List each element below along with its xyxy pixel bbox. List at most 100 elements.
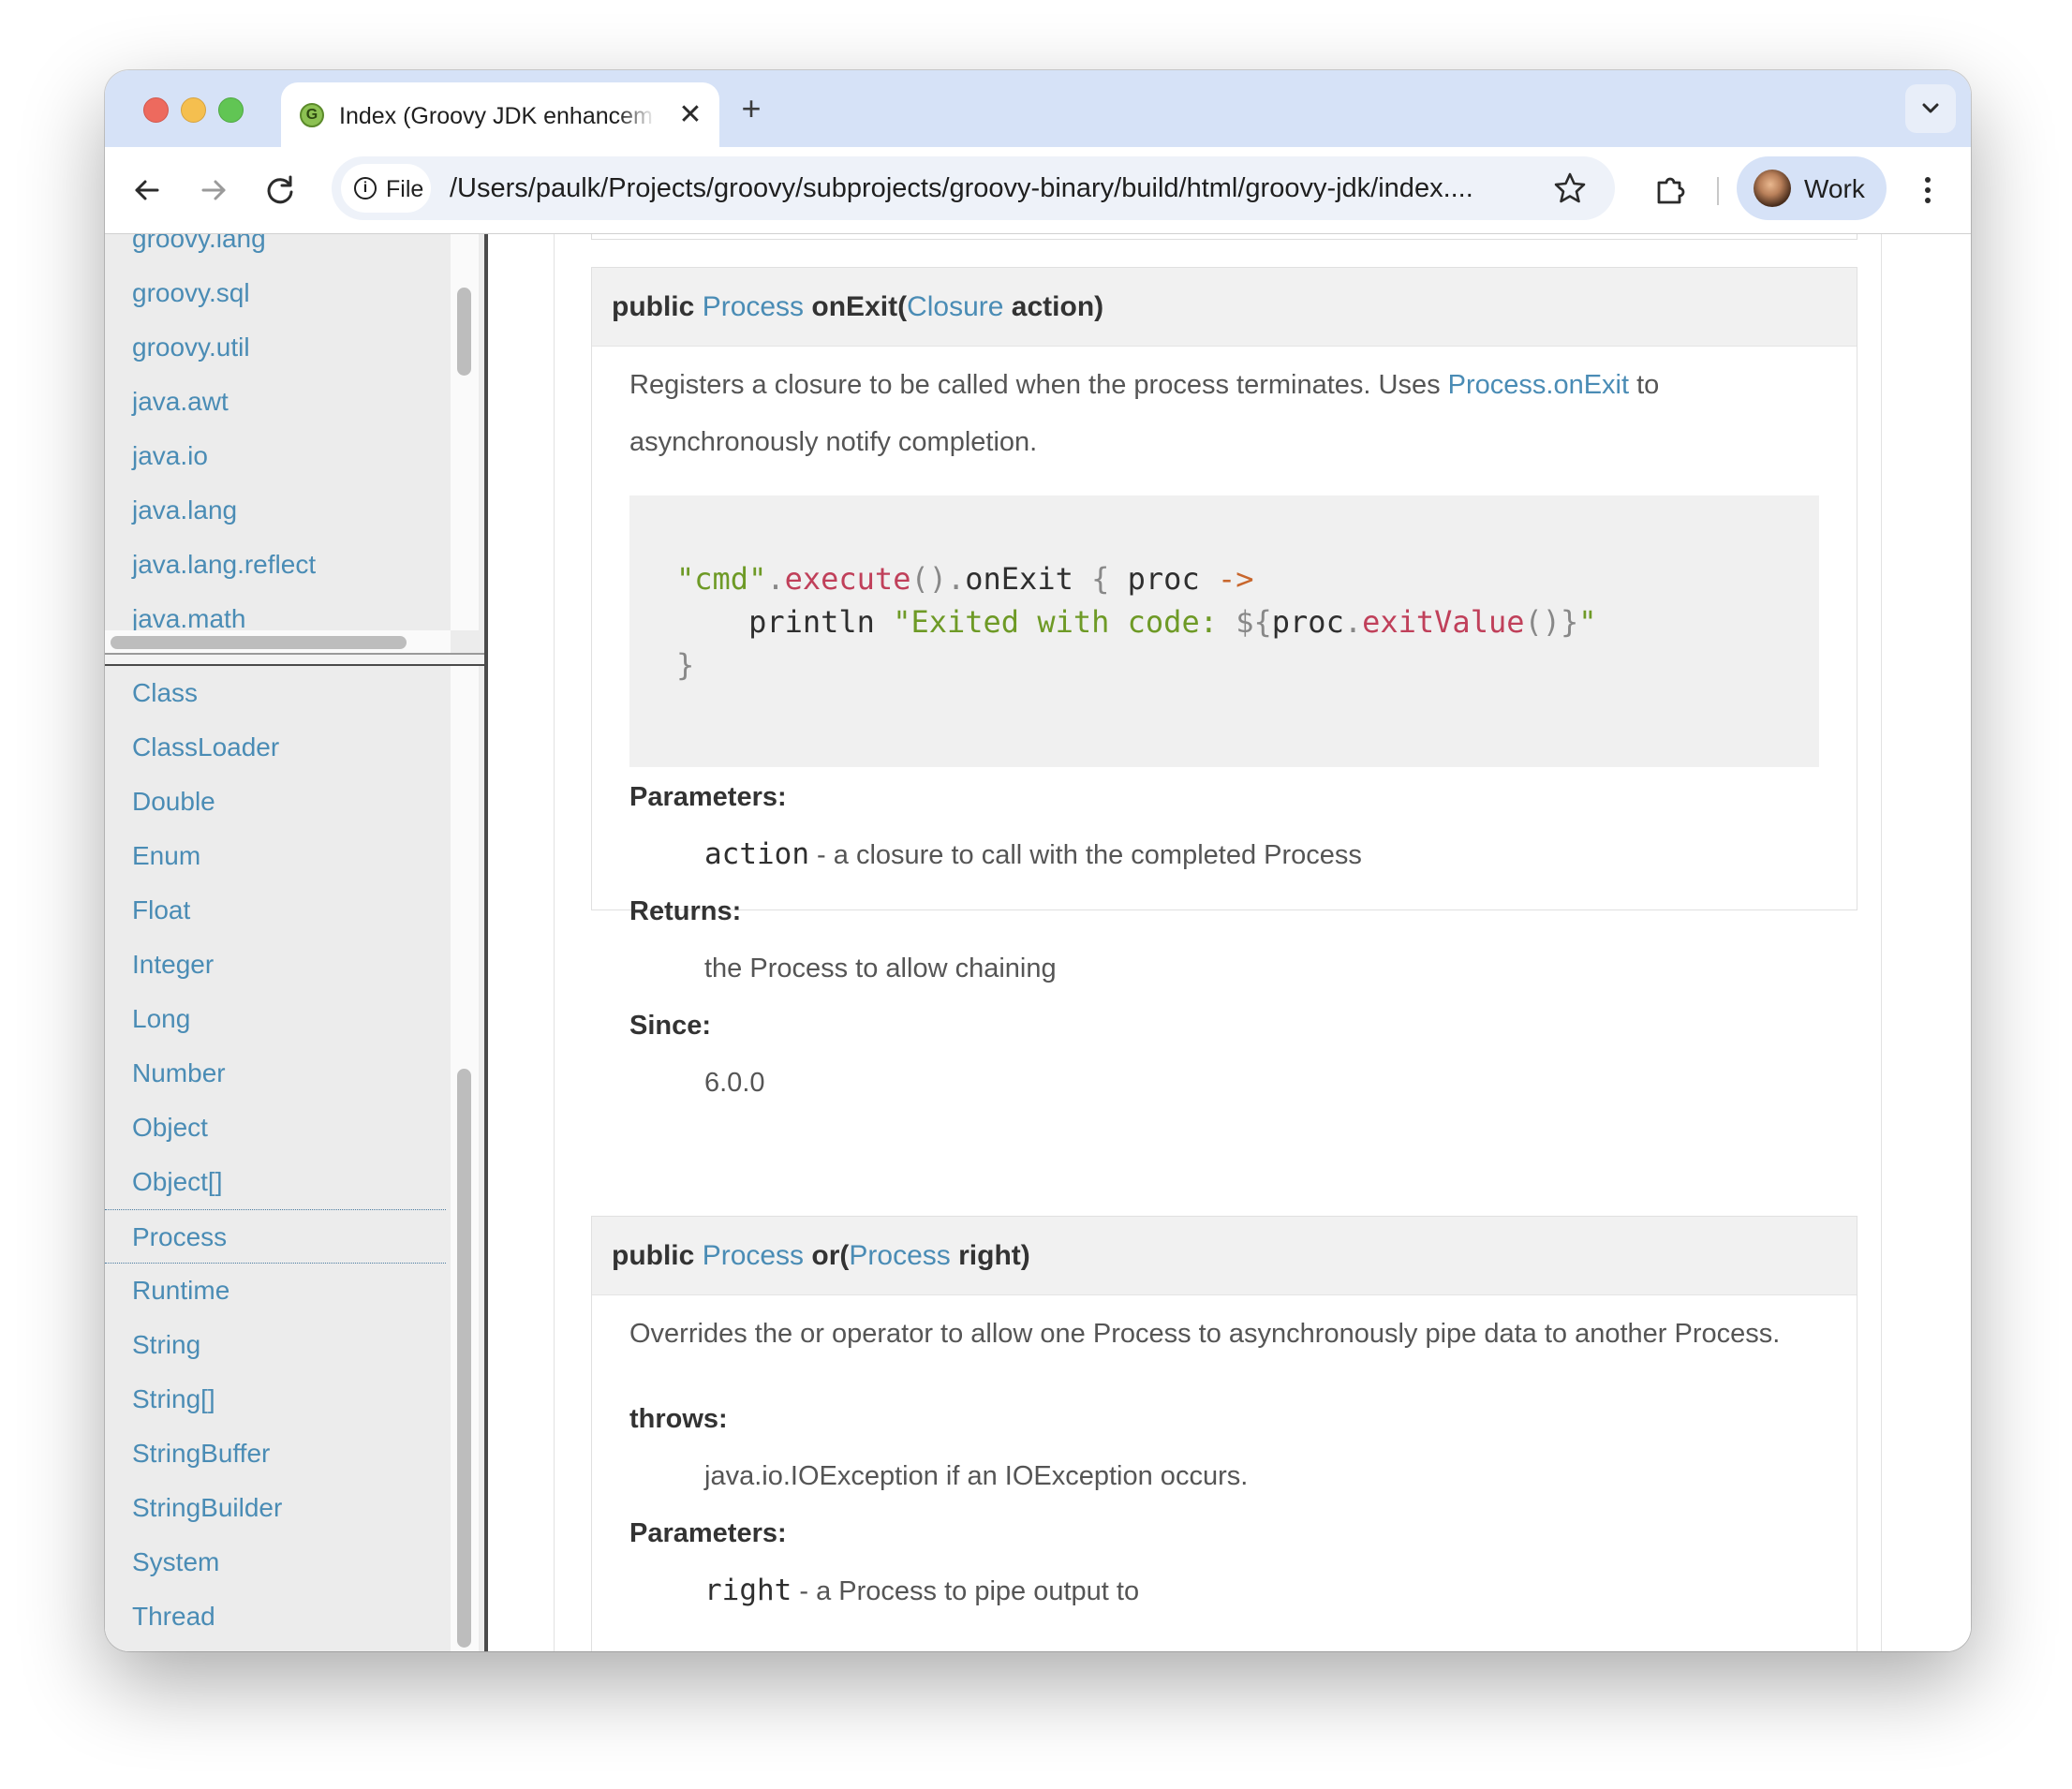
code-line-2: println "Exited with code: ${proc.exitVa…	[748, 604, 1597, 640]
package-link[interactable]: groovy.sql	[132, 266, 316, 320]
parameter-action: action - a closure to call with the comp…	[704, 837, 1362, 871]
code-line-1: "cmd".execute().onExit { proc ->	[676, 561, 1254, 597]
code-line-3: }	[676, 647, 695, 683]
toolbar-separator	[1717, 177, 1719, 205]
class-link[interactable]: StringBuffer	[105, 1427, 446, 1481]
parameters-label: Parameters:	[629, 782, 787, 812]
param-type-link[interactable]: Process	[849, 1240, 950, 1271]
package-pane-horizontal-scrollbar[interactable]	[105, 630, 451, 653]
since-value: 6.0.0	[704, 1068, 765, 1098]
reload-icon	[267, 175, 293, 204]
process-onexit-link[interactable]: Process.onExit	[1448, 370, 1629, 400]
method-description: Registers a closure to be called when th…	[629, 370, 1660, 457]
package-link[interactable]: groovy.util	[132, 320, 316, 375]
more-vert-icon	[1925, 177, 1931, 203]
close-window-button[interactable]	[143, 97, 169, 123]
code-example: "cmd".execute().onExit { proc -> println…	[629, 495, 1819, 767]
class-link[interactable]: Process	[105, 1209, 446, 1264]
zoom-window-button[interactable]	[218, 97, 244, 123]
class-pane-scroll-thumb[interactable]	[457, 1069, 471, 1648]
back-button[interactable]	[126, 169, 169, 212]
throws-label: throws:	[629, 1404, 728, 1434]
page-content: groovy.lang groovy.sql groovy.util java.awt…	[105, 234, 1971, 1651]
tab-bar: G Index (Groovy JDK enhancements) ✕ +	[105, 70, 1971, 147]
class-link[interactable]: Object[]	[105, 1155, 446, 1209]
returns-description: the Process to allow chaining	[704, 954, 1057, 983]
site-info-chip[interactable]: i File	[341, 164, 431, 213]
package-list-pane: groovy.lang groovy.sql groovy.util java.awt…	[105, 234, 484, 653]
class-link[interactable]: System	[105, 1535, 446, 1589]
package-link[interactable]: java.awt	[132, 375, 316, 429]
class-link[interactable]: Object	[105, 1101, 446, 1155]
chevron-down-icon	[1922, 103, 1939, 113]
class-link[interactable]: Float	[105, 883, 446, 938]
minimize-window-button[interactable]	[181, 97, 206, 123]
previous-method-block	[591, 234, 1857, 240]
class-link[interactable]: StringBuilder	[105, 1481, 446, 1535]
forward-button[interactable]	[192, 169, 235, 212]
class-link[interactable]: Integer	[105, 938, 446, 992]
back-arrow-icon	[135, 180, 159, 200]
class-link[interactable]: ClassLoader	[105, 720, 446, 775]
method-name: or(	[811, 1240, 850, 1271]
forward-arrow-icon	[201, 180, 226, 200]
reload-button[interactable]	[259, 169, 302, 212]
main-doc-frame: public Process onExit(Closure action) Re…	[488, 234, 1971, 1651]
class-link[interactable]: String	[105, 1318, 446, 1372]
since-label: Since:	[629, 1011, 712, 1041]
site-info-label: File	[386, 176, 424, 202]
tab-search-button[interactable]	[1905, 84, 1956, 133]
class-link[interactable]: Double	[105, 775, 446, 829]
package-link[interactable]: groovy.lang	[132, 234, 316, 266]
groovy-favicon-icon: G	[300, 103, 324, 127]
navigation-frames: groovy.lang groovy.sql groovy.util java.awt…	[105, 234, 488, 1651]
class-link[interactable]: Thread	[105, 1589, 446, 1644]
package-pane-horizontal-thumb[interactable]	[111, 636, 407, 649]
method-signature: public Process onExit(Closure action)	[592, 268, 1857, 347]
class-link[interactable]: Enum	[105, 829, 446, 883]
parameter-right: right - a Process to pipe output to	[704, 1574, 1140, 1607]
return-type-link[interactable]: Process	[703, 1240, 804, 1271]
avatar	[1754, 170, 1791, 207]
star-icon	[1554, 172, 1586, 203]
returns-label: Returns:	[629, 896, 742, 926]
package-link[interactable]: java.io	[132, 429, 316, 483]
package-link[interactable]: java.lang	[132, 483, 316, 538]
method-description: Overrides the or operator to allow one P…	[629, 1319, 1781, 1349]
package-link[interactable]: java.lang.reflect	[132, 538, 316, 592]
method-body: Overrides the or operator to allow one P…	[592, 1295, 1857, 1619]
tab-groovy-jdk-index[interactable]: G Index (Groovy JDK enhancements) ✕	[281, 82, 719, 147]
extensions-button[interactable]	[1649, 170, 1692, 213]
class-link[interactable]: Long	[105, 992, 446, 1046]
class-list: Class ClassLoader Double Enum Float Integer Lo…	[105, 666, 446, 1644]
class-link[interactable]: Number	[105, 1046, 446, 1101]
info-icon: i	[354, 177, 377, 200]
throws-description: java.io.IOException if an IOException oc…	[704, 1461, 1249, 1491]
puzzle-icon	[1657, 177, 1685, 204]
package-list: groovy.lang groovy.sql groovy.util java.awt…	[132, 234, 316, 646]
method-body: Registers a closure to be called when th…	[592, 347, 1857, 1112]
return-type-link[interactable]: Process	[703, 291, 804, 322]
parameters-label: Parameters:	[629, 1518, 787, 1548]
class-link[interactable]: Runtime	[105, 1264, 446, 1318]
frame-splitter[interactable]	[105, 653, 484, 666]
url-text[interactable]: /Users/paulk/Projects/groovy/subprojects…	[450, 173, 1517, 205]
profile-label: Work	[1804, 174, 1865, 203]
address-bar[interactable]: i File /Users/paulk/Projects/groovy/subp…	[332, 156, 1615, 220]
param-type-link[interactable]: Closure	[907, 291, 1003, 322]
browser-window: G Index (Groovy JDK enhancements) ✕ +	[105, 70, 1971, 1651]
browser-toolbar: i File /Users/paulk/Projects/groovy/subp…	[105, 147, 1971, 234]
tab-title: Index (Groovy JDK enhancements)	[339, 103, 654, 129]
class-list-pane: Class ClassLoader Double Enum Float Integer Lo…	[105, 666, 484, 1651]
new-tab-button[interactable]: +	[733, 91, 770, 128]
bookmark-star-button[interactable]	[1551, 170, 1589, 207]
method-detail-or: public Process or(Process right) Overrid…	[591, 1216, 1857, 1651]
class-link[interactable]: Class	[105, 666, 446, 720]
method-detail-onexit: public Process onExit(Closure action) Re…	[591, 267, 1857, 1098]
profile-button[interactable]: Work	[1737, 156, 1887, 220]
class-link[interactable]: String[]	[105, 1372, 446, 1427]
browser-menu-button[interactable]	[1909, 169, 1946, 212]
method-name: onExit(	[811, 291, 908, 322]
package-pane-scroll-thumb[interactable]	[457, 288, 471, 376]
close-tab-icon[interactable]: ✕	[674, 99, 706, 131]
